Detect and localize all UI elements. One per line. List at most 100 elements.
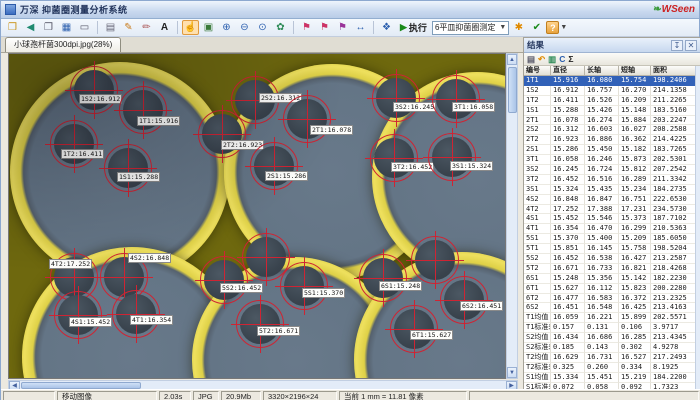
table-cell: 6T1 bbox=[524, 284, 551, 294]
zoom-out-icon[interactable]: ⊖ bbox=[236, 20, 253, 35]
zone-measure-label: 3S1:15.324 bbox=[450, 161, 493, 171]
column-header[interactable]: 短轴 bbox=[619, 66, 651, 76]
window-icon[interactable]: ❖ bbox=[378, 20, 395, 35]
table-row[interactable]: 4S115.45215.54615.373187.7102 bbox=[524, 214, 695, 224]
table-cell: 4T2 bbox=[524, 205, 551, 215]
table-row[interactable]: 6S216.45116.54816.425213.4163 bbox=[524, 303, 695, 313]
table-row[interactable]: 4S216.84816.84716.751222.6530 bbox=[524, 195, 695, 205]
column-header[interactable]: 编号 bbox=[524, 66, 551, 76]
edit-icon[interactable]: ✏ bbox=[138, 20, 155, 35]
table-cell: 5S2 bbox=[524, 254, 551, 264]
picker-tool-icon[interactable]: ✿ bbox=[272, 20, 289, 35]
link-icon[interactable]: ↔ bbox=[352, 20, 369, 35]
measure-flag-1-icon[interactable]: ⚑ bbox=[298, 20, 315, 35]
vertical-scrollbar[interactable]: ▲ ▼ bbox=[506, 53, 518, 379]
table-row[interactable]: 4T217.25217.38817.231234.5730 bbox=[524, 205, 695, 215]
column-header[interactable]: 直径 bbox=[551, 66, 585, 76]
sum-icon[interactable]: Σ bbox=[568, 55, 573, 64]
column-header[interactable]: 面积 bbox=[651, 66, 695, 76]
open-file-icon[interactable]: ❒ bbox=[4, 20, 21, 35]
zoom-in-icon[interactable]: ⊕ bbox=[218, 20, 235, 35]
export-icon[interactable]: ▤ bbox=[527, 55, 535, 64]
table-row[interactable]: S1均值15.33415.45115.219184.2200 bbox=[524, 373, 695, 383]
table-row[interactable]: 2T116.07816.27415.884203.2247 bbox=[524, 116, 695, 126]
print-icon[interactable]: ▤ bbox=[102, 20, 119, 35]
crosshair-icon bbox=[394, 129, 395, 187]
image-canvas[interactable]: 1S2:16.9121T1:15.9161T2:16.4111S1:15.288… bbox=[9, 54, 506, 379]
save-result-icon[interactable]: ▥ bbox=[548, 55, 556, 64]
copy-result-icon[interactable]: C bbox=[559, 55, 565, 64]
table-cell: S1均值 bbox=[524, 373, 551, 383]
table-cell: 5T2 bbox=[524, 264, 551, 274]
pan-tool-icon[interactable]: ☝ bbox=[182, 20, 199, 35]
table-cell: 2T1 bbox=[524, 116, 551, 126]
table-row[interactable]: 3T216.45216.51616.289211.3342 bbox=[524, 175, 695, 185]
table-row[interactable]: 6T216.47716.58316.372213.2325 bbox=[524, 294, 695, 304]
table-cell: 3T2 bbox=[524, 175, 551, 185]
run-button[interactable]: ▶ 执行 bbox=[396, 20, 431, 35]
table-row[interactable]: 6T115.62716.11215.823200.2280 bbox=[524, 284, 695, 294]
table-row[interactable]: 5T216.67116.73316.821218.4268 bbox=[524, 264, 695, 274]
preset-select[interactable]: 6平皿抑菌圈测定 ▼ bbox=[432, 21, 509, 35]
title-bar: 万深 抑菌圈测量分析系统 ❧WSeen bbox=[1, 1, 699, 19]
table-row[interactable]: 5S216.45216.53816.427213.2587 bbox=[524, 254, 695, 264]
table-row[interactable]: 3S115.32415.43515.234184.2735 bbox=[524, 185, 695, 195]
panel-scrollbar[interactable] bbox=[695, 66, 700, 390]
app-icon[interactable] bbox=[5, 4, 16, 15]
pencil-icon[interactable]: ✎ bbox=[120, 20, 137, 35]
help-button[interactable]: ? ▼ bbox=[546, 21, 567, 34]
table-row[interactable]: 6S115.24815.35615.142182.2230 bbox=[524, 274, 695, 284]
table-row[interactable]: S2均值16.43416.68616.285213.4345 bbox=[524, 333, 695, 343]
table-cell: 0.334 bbox=[619, 363, 651, 373]
table-row[interactable]: 5T115.85116.14515.758198.5204 bbox=[524, 244, 695, 254]
table-row[interactable]: T1标准差0.1570.1310.1063.9717 bbox=[524, 323, 695, 333]
vertical-scroll-thumb[interactable] bbox=[508, 67, 517, 113]
table-cell: 15.452 bbox=[551, 214, 585, 224]
table-row[interactable]: T1均值16.05916.22115.899202.5571 bbox=[524, 313, 695, 323]
table-row[interactable]: 2T216.92316.88616.362214.4225 bbox=[524, 135, 695, 145]
settings-icon[interactable]: ✱ bbox=[510, 20, 527, 35]
main-toolbar: ❒◀❐▦▭▤✎✏A☝▣⊕⊖⊙✿⚑⚑⚑↔❖ ▶ 执行 6平皿抑菌圈测定 ▼ ✱ ✔… bbox=[1, 19, 699, 37]
image-tab[interactable]: 小球孢杆菌300dpi.jpg(28%) bbox=[5, 37, 121, 52]
table-row[interactable]: 1S216.91216.75716.270214.1358 bbox=[524, 86, 695, 96]
table-cell: 0.143 bbox=[585, 343, 619, 353]
table-cell: 15.400 bbox=[585, 234, 619, 244]
table-row[interactable]: 1T216.41116.52616.209211.2265 bbox=[524, 96, 695, 106]
table-row[interactable]: 3S216.24516.72415.812207.2542 bbox=[524, 165, 695, 175]
horizontal-scroll-thumb[interactable] bbox=[21, 382, 141, 389]
pin-icon[interactable]: ↧ bbox=[671, 40, 683, 51]
table-row[interactable]: 1S115.28815.42615.148183.5160 bbox=[524, 106, 695, 116]
scroll-up-icon[interactable]: ▲ bbox=[507, 54, 517, 65]
column-header[interactable]: 长轴 bbox=[585, 66, 619, 76]
table-row[interactable]: S2标准差0.1850.1430.3024.9278 bbox=[524, 343, 695, 353]
table-row[interactable]: T2均值16.62916.73116.527217.2493 bbox=[524, 353, 695, 363]
confirm-icon[interactable]: ✔ bbox=[528, 20, 545, 35]
measure-flag-3-icon[interactable]: ⚑ bbox=[334, 20, 351, 35]
table-row[interactable]: T2标准差0.3250.2600.3348.1925 bbox=[524, 363, 695, 373]
save-icon[interactable]: ▦ bbox=[58, 20, 75, 35]
table-cell: 16.452 bbox=[551, 254, 585, 264]
zoom-reset-icon[interactable]: ⊙ bbox=[254, 20, 271, 35]
zone-measure-label: 4T2:17.252 bbox=[49, 259, 92, 269]
text-tool-icon[interactable]: A bbox=[156, 20, 173, 35]
table-row[interactable]: 4T116.35416.47016.299210.5363 bbox=[524, 224, 695, 234]
scroll-down-icon[interactable]: ▼ bbox=[507, 367, 517, 378]
table-row[interactable]: 1T115.91616.08015.754198.2406 bbox=[524, 76, 695, 86]
table-row[interactable]: 2S115.28615.45015.182183.7265 bbox=[524, 145, 695, 155]
image-tool-icon[interactable]: ▣ bbox=[200, 20, 217, 35]
table-row[interactable]: 3T116.05816.24615.873202.5301 bbox=[524, 155, 695, 165]
screen-icon[interactable]: ▭ bbox=[76, 20, 93, 35]
measure-flag-2-icon[interactable]: ⚑ bbox=[316, 20, 333, 35]
table-cell: 6S2 bbox=[524, 303, 551, 313]
undo-icon[interactable]: ↶ bbox=[538, 55, 545, 64]
crosshair-icon bbox=[74, 115, 75, 173]
table-cell: 203.2247 bbox=[651, 116, 695, 126]
table-cell: 15.324 bbox=[551, 185, 585, 195]
table-row[interactable]: 2S216.31216.60316.027208.2588 bbox=[524, 125, 695, 135]
close-icon[interactable]: ✕ bbox=[685, 40, 697, 51]
results-panel-header: 结果 ↧ ✕ bbox=[524, 38, 700, 53]
copy-icon[interactable]: ❐ bbox=[40, 20, 57, 35]
back-icon[interactable]: ◀ bbox=[22, 20, 39, 35]
table-row[interactable]: 5S115.37015.40015.209185.6050 bbox=[524, 234, 695, 244]
table-cell: 5S1 bbox=[524, 234, 551, 244]
